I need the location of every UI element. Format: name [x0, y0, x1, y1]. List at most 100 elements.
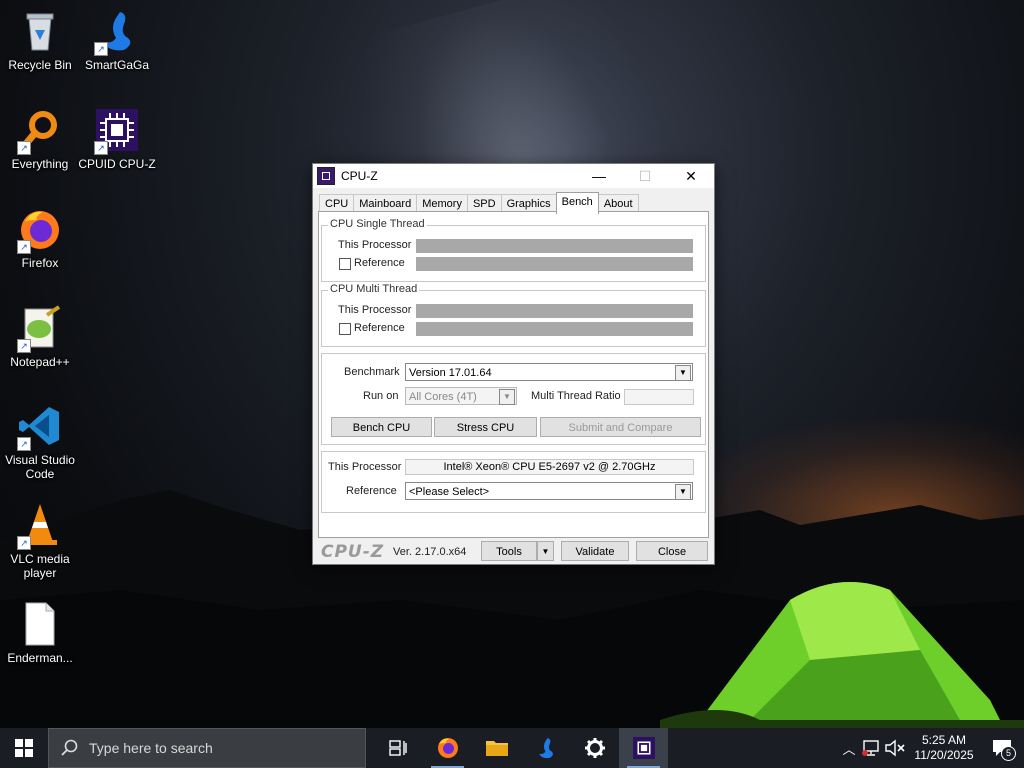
stress-cpu-button[interactable]: Stress CPU [434, 417, 537, 437]
desktop-icon-label: VLC media player [10, 552, 70, 580]
reference-label: Reference [346, 485, 397, 497]
clock[interactable]: 5:25 AM 11/20/2025 [908, 733, 980, 763]
file-icon [17, 601, 63, 647]
chevron-down-icon: ▼ [499, 389, 515, 405]
desktop-icon-cpuid-cpuz[interactable]: ↗ CPUID CPU-Z [77, 107, 157, 171]
multi-thread-ratio-label: Multi Thread Ratio [531, 390, 621, 402]
cpuz-chip-icon: ↗ [94, 107, 140, 155]
search-icon [61, 739, 78, 756]
network-icon[interactable] [860, 739, 882, 757]
desktop-icon-label: Enderman... [7, 651, 73, 665]
bench-cpu-button[interactable]: Bench CPU [331, 417, 432, 437]
volume-muted-icon[interactable] [884, 739, 908, 757]
taskbar: Type here to search ︿ 5:25 AM 11/20/2025… [0, 728, 1024, 768]
maximize-button: ☐ [638, 167, 652, 184]
close-window-button[interactable]: ✕ [668, 164, 714, 188]
window-title: CPU-Z [341, 169, 378, 183]
desktop-icon-firefox[interactable]: ↗ Firefox [0, 206, 80, 270]
smartgaga-swan-icon: ↗ [94, 8, 140, 56]
desktop-icon-label: Recycle Bin [8, 58, 72, 72]
shortcut-arrow-icon: ↗ [94, 141, 108, 155]
minimize-button[interactable]: — [576, 164, 622, 188]
cpuz-logo: CPU-Z [321, 542, 385, 562]
reference-checkbox[interactable] [339, 323, 351, 335]
system-tray: ︿ 5:25 AM 11/20/2025 5 [838, 728, 1024, 768]
desktop-icon-label: SmartGaGa [84, 58, 150, 72]
task-view-icon [388, 740, 407, 756]
tent-image [660, 582, 1024, 730]
taskbar-settings[interactable] [570, 728, 619, 768]
search-placeholder: Type here to search [89, 740, 213, 756]
desktop-icon-label: Notepad++ [10, 355, 70, 369]
desktop-icon-label: CPUID CPU-Z [78, 157, 156, 171]
reference-label: Reference [354, 257, 405, 269]
benchmark-version-select[interactable]: Version 17.01.64 ▼ [405, 363, 693, 381]
start-button[interactable] [0, 728, 48, 768]
clock-date: 11/20/2025 [914, 748, 974, 762]
tab-bench[interactable]: Bench [555, 192, 599, 214]
taskbar-cpuz[interactable] [619, 728, 668, 768]
multi-thread-group: CPU Multi Thread This Processor Referenc… [321, 283, 706, 347]
shortcut-arrow-icon: ↗ [17, 536, 31, 550]
reference-checkbox[interactable] [339, 258, 351, 270]
everything-magnifier-icon: ↗ [17, 107, 63, 155]
desktop-icon-enderman[interactable]: Enderman... [0, 601, 80, 665]
reference-processor-select[interactable]: <Please Select> ▼ [405, 482, 693, 500]
smartgaga-swan-icon [538, 738, 553, 759]
tools-button[interactable]: Tools [481, 541, 537, 561]
this-processor-label: This Processor [338, 239, 412, 251]
benchmark-version-value: Version 17.01.64 [409, 367, 492, 379]
tools-dropdown-button[interactable]: ▼ [537, 541, 554, 561]
notification-center-button[interactable]: 5 [980, 728, 1024, 768]
multi-thread-reference-bar [416, 322, 693, 336]
single-thread-reference-bar [416, 257, 693, 271]
single-thread-group: CPU Single Thread This Processor Referen… [321, 218, 706, 282]
desktop-icon-notepadpp[interactable]: ↗ Notepad++ [0, 305, 80, 369]
this-processor-label: This Processor [338, 304, 412, 316]
task-view-button[interactable] [374, 728, 423, 768]
cpuz-app-icon [317, 167, 335, 185]
this-processor-label: This Processor [328, 461, 402, 473]
desktop-icon-vscode[interactable]: ↗ Visual Studio Code [0, 403, 80, 481]
shortcut-arrow-icon: ↗ [17, 240, 31, 254]
desktop-icon-label: Everything [11, 157, 69, 171]
cpuz-window: CPU-Z — ☐ ✕ CPU Mainboard Memory SPD Gra… [312, 163, 715, 565]
taskbar-firefox[interactable] [423, 728, 472, 768]
shortcut-arrow-icon: ↗ [17, 437, 31, 451]
taskbar-search-box[interactable]: Type here to search [48, 728, 366, 768]
windows-logo-icon [15, 739, 33, 757]
cpuz-chip-icon [632, 737, 655, 759]
chevron-up-icon[interactable]: ︿ [838, 739, 860, 758]
multi-thread-score-bar [416, 304, 693, 318]
chevron-down-icon: ▼ [541, 547, 550, 556]
reference-label: Reference [354, 322, 405, 334]
shortcut-arrow-icon: ↗ [17, 339, 31, 353]
processor-group: This Processor Intel® Xeon® CPU E5-2697 … [321, 451, 706, 513]
desktop-icon-recycle-bin[interactable]: Recycle Bin [0, 8, 80, 72]
desktop-icon-vlc[interactable]: ↗ VLC media player [0, 502, 80, 580]
close-button[interactable]: Close [636, 541, 708, 561]
desktop-icon-everything[interactable]: ↗ Everything [0, 107, 80, 171]
shortcut-arrow-icon: ↗ [94, 42, 108, 56]
recycle-bin-icon [17, 8, 63, 54]
multi-thread-ratio-field [624, 389, 694, 405]
title-bar[interactable]: CPU-Z — ☐ ✕ [313, 164, 714, 188]
taskbar-file-explorer[interactable] [472, 728, 521, 768]
group-legend: CPU Single Thread [328, 218, 427, 230]
taskbar-smartgaga[interactable] [521, 728, 570, 768]
run-on-value: All Cores (4T) [409, 391, 477, 403]
run-on-select: All Cores (4T) ▼ [405, 387, 517, 405]
notification-count-badge: 5 [1001, 746, 1016, 761]
benchmark-group: Benchmark Version 17.01.64 ▼ Run on All … [321, 353, 706, 445]
single-thread-score-bar [416, 239, 693, 253]
vlc-cone-icon: ↗ [17, 502, 63, 550]
chevron-down-icon: ▼ [675, 365, 691, 381]
submit-compare-button: Submit and Compare [540, 417, 701, 437]
notepadpp-icon: ↗ [17, 305, 63, 353]
version-label: Ver. 2.17.0.x64 [393, 546, 467, 558]
bench-panel: CPU Single Thread This Processor Referen… [318, 211, 709, 538]
validate-button[interactable]: Validate [561, 541, 629, 561]
desktop-icon-smartgaga[interactable]: ↗ SmartGaGa [77, 8, 157, 72]
window-footer: CPU-Z Ver. 2.17.0.x64 Tools ▼ Validate C… [313, 539, 714, 564]
reference-processor-value: <Please Select> [409, 486, 490, 498]
